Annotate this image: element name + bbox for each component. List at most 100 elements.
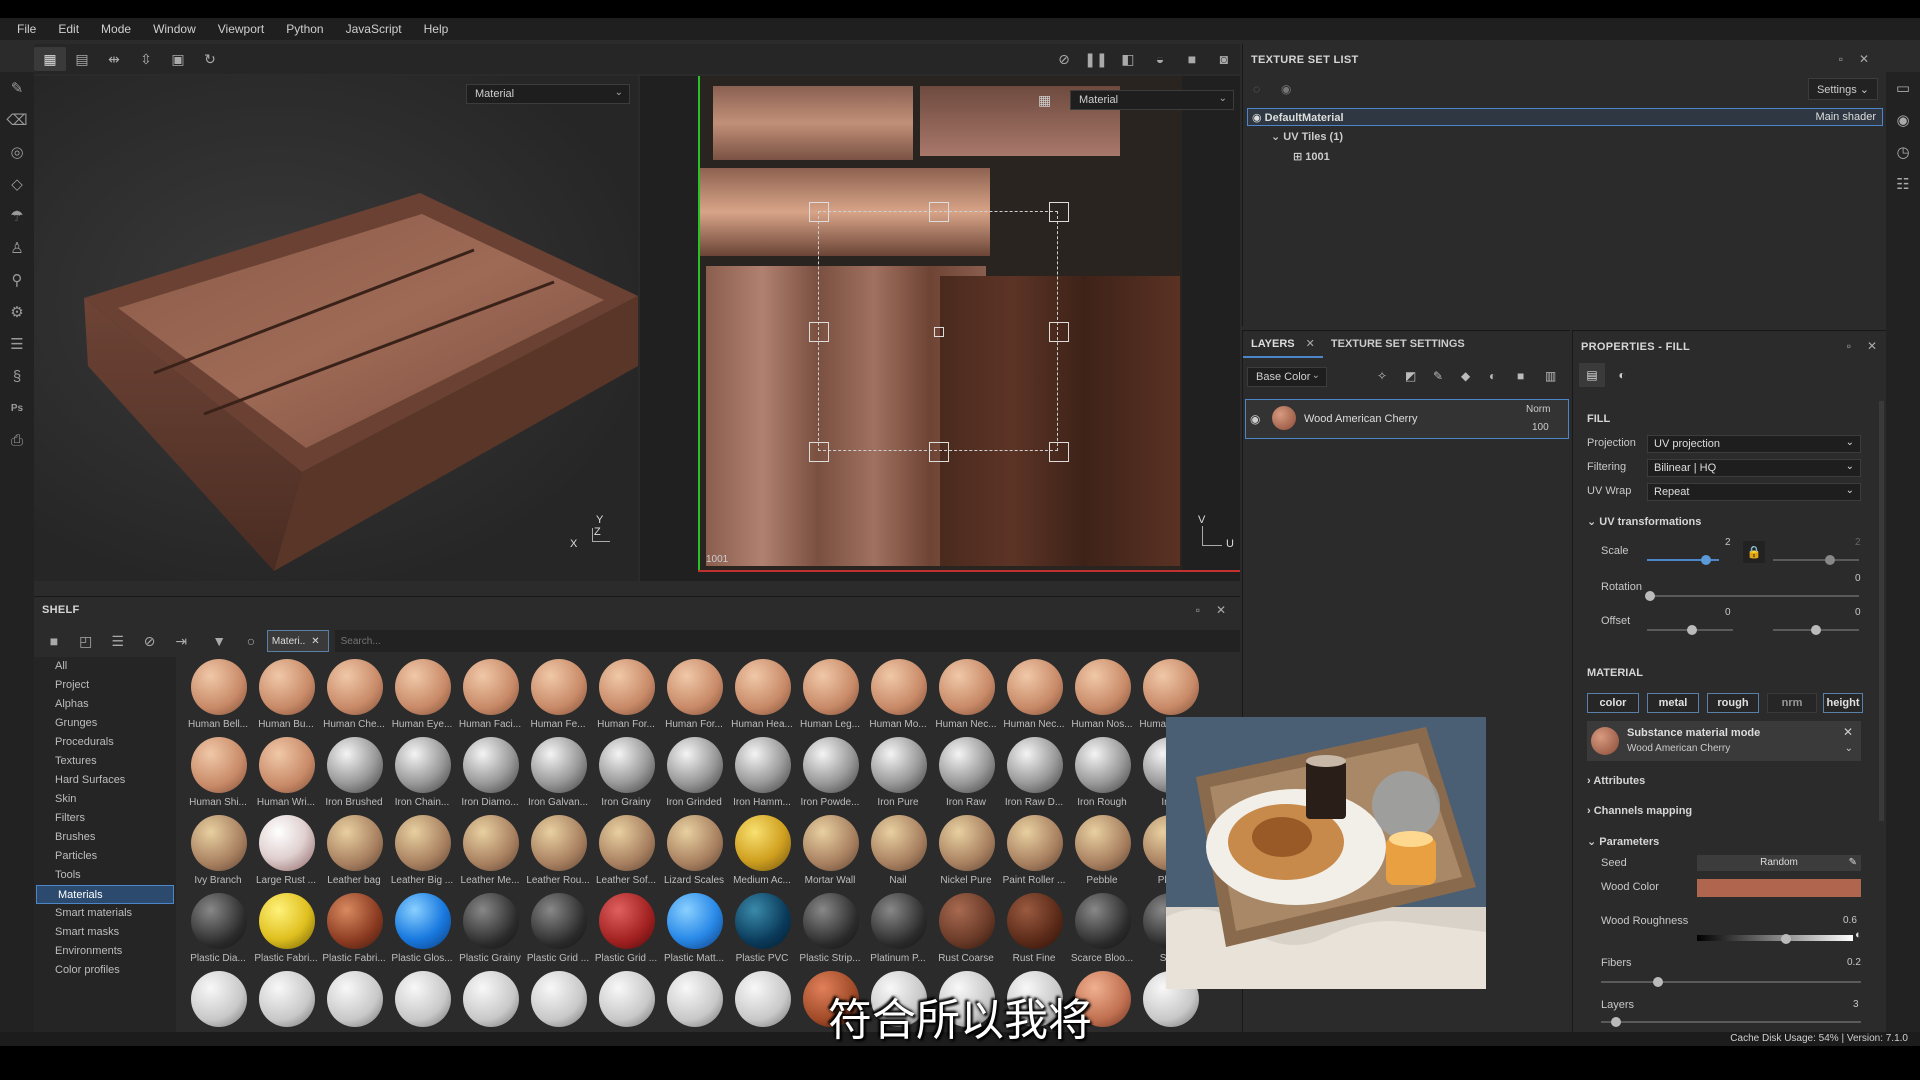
shelf-material-item[interactable]: Iron Raw: [932, 737, 1000, 815]
close-icon[interactable]: ✕: [1867, 339, 1877, 353]
texture-set-shader[interactable]: Main shader: [1815, 111, 1876, 123]
shelf-category-brushes[interactable]: Brushes: [34, 828, 176, 847]
fill-tab-icon[interactable]: ▤: [1579, 363, 1605, 387]
maximize-icon[interactable]: ▫: [1196, 603, 1200, 617]
layout-grid-icon[interactable]: ▦: [34, 47, 66, 71]
mask-icon[interactable]: ◩: [1405, 369, 1416, 383]
shelf-material-item[interactable]: Iron Pure: [864, 737, 932, 815]
shelf-category-hard-surfaces[interactable]: Hard Surfaces: [34, 771, 176, 790]
paint-brush-icon[interactable]: ✎: [0, 72, 34, 104]
shelf-material-item[interactable]: Human Nec...: [932, 659, 1000, 737]
shelf-material-item[interactable]: Iron Diamo...: [456, 737, 524, 815]
substance-material-name[interactable]: Wood American Cherry: [1627, 743, 1730, 754]
layer-opacity[interactable]: 100: [1532, 422, 1549, 433]
maximize-icon[interactable]: ▫: [1839, 52, 1843, 66]
props-scrollbar[interactable]: [1879, 401, 1884, 821]
gizmo-handle[interactable]: [1049, 202, 1069, 222]
picker-icon[interactable]: ⚲: [0, 264, 34, 296]
import-icon[interactable]: ⇥: [165, 629, 197, 653]
substance-icon[interactable]: §: [0, 360, 34, 392]
channel-dropdown[interactable]: Base Color ⌄: [1247, 367, 1327, 387]
smudge-icon[interactable]: ☂: [0, 200, 34, 232]
viewport-3d[interactable]: Material ⌄ Y Z X: [34, 76, 638, 581]
shelf-category-smart-masks[interactable]: Smart masks: [34, 923, 176, 942]
shelf-material-item[interactable]: Human Bu...: [252, 659, 320, 737]
shelf-material-item[interactable]: Iron Raw D...: [1000, 737, 1068, 815]
pause-icon[interactable]: ❚❚: [1080, 47, 1112, 71]
shelf-material-item[interactable]: Iron Hamm...: [728, 737, 796, 815]
maximize-icon[interactable]: ▫: [1847, 339, 1851, 353]
shelf-material-item[interactable]: Iron Galvan...: [524, 737, 592, 815]
menu-item-edit[interactable]: Edit: [58, 22, 79, 36]
gizmo-handle[interactable]: [929, 202, 949, 222]
uv-tile-row[interactable]: ⊞ 1001: [1293, 150, 1330, 163]
close-icon[interactable]: ✕: [1306, 338, 1315, 350]
shelf-material-item[interactable]: Human Faci...: [456, 659, 524, 737]
gizmo-handle[interactable]: [929, 442, 949, 462]
tsl-settings-button[interactable]: Settings ⌄: [1807, 78, 1878, 100]
layout-split-icon[interactable]: ▤: [66, 47, 98, 71]
shelf-category-procedurals[interactable]: Procedurals: [34, 733, 176, 752]
fill-layer-icon[interactable]: ◆: [1461, 369, 1470, 383]
substance-mode-box[interactable]: Substance material mode Wood American Ch…: [1587, 721, 1861, 761]
uvwrap-select[interactable]: Repeat ⌄: [1647, 483, 1861, 501]
edit-icon[interactable]: ✎: [1849, 855, 1857, 871]
gizmo-handle[interactable]: [809, 202, 829, 222]
texture-set-row[interactable]: ◉ DefaultMaterial Main shader: [1247, 108, 1883, 126]
frame-icon[interactable]: ▣: [162, 47, 194, 71]
environment-icon[interactable]: ◒: [1144, 47, 1176, 71]
shelf-search-input[interactable]: [334, 630, 1241, 652]
bake-icon[interactable]: ☰: [0, 328, 34, 360]
channel-chip-color[interactable]: color: [1587, 693, 1639, 713]
menu-item-file[interactable]: File: [17, 22, 36, 36]
shelf-category-project[interactable]: Project: [34, 676, 176, 695]
log-icon[interactable]: ☷: [1886, 168, 1920, 200]
shelf-material-item[interactable]: Human Leg...: [796, 659, 864, 737]
uv-tiles-row[interactable]: ⌄ UV Tiles (1): [1271, 130, 1343, 143]
shelf-material-item[interactable]: Scarce Bloo...: [1068, 893, 1136, 971]
tab-layers[interactable]: LAYERS ✕: [1243, 331, 1323, 358]
shelf-material-item[interactable]: Human Mo...: [864, 659, 932, 737]
chevron-down-icon[interactable]: ⌄: [1845, 743, 1853, 754]
refresh-icon[interactable]: ○: [235, 629, 267, 653]
viewport-2d[interactable]: 1001 ▦ Material ⌄ V U: [640, 76, 1240, 581]
hide-icon[interactable]: ⊘: [1048, 47, 1080, 71]
effect-icon[interactable]: ✧: [1377, 369, 1387, 383]
gizmo-handle[interactable]: [809, 442, 829, 462]
parameters-section[interactable]: ⌄ Parameters: [1587, 835, 1659, 848]
close-icon[interactable]: ✕: [1216, 603, 1226, 617]
filter-icon[interactable]: ▼: [203, 629, 235, 653]
shelf-material-item[interactable]: Iron Chain...: [388, 737, 456, 815]
filtering-select[interactable]: Bilinear | HQ ⌄: [1647, 459, 1861, 477]
history-icon[interactable]: ↻: [194, 47, 226, 71]
shelf-material-item[interactable]: Leather Rou...: [524, 815, 592, 893]
shelf-material-item[interactable]: Iron Brushed: [320, 737, 388, 815]
folder-icon[interactable]: ■: [38, 629, 70, 653]
paint-layer-icon[interactable]: ✎: [1433, 369, 1443, 383]
shelf-category-particles[interactable]: Particles: [34, 847, 176, 866]
shelf-category-tools[interactable]: Tools: [34, 866, 176, 885]
shelf-material-item[interactable]: Plastic Dia...: [184, 893, 252, 971]
shelf-material-item[interactable]: Leather Me...: [456, 815, 524, 893]
shelf-material-item[interactable]: Human Wri...: [252, 737, 320, 815]
visibility-off-icon[interactable]: ◌: [1253, 82, 1260, 96]
shelf-material-item[interactable]: Leather bag: [320, 815, 388, 893]
eye-icon[interactable]: ◉: [1250, 412, 1260, 426]
fibers-slider[interactable]: [1601, 981, 1861, 983]
symmetry-icon[interactable]: ⇳: [130, 47, 162, 71]
channel-chip-rough[interactable]: rough: [1707, 693, 1759, 713]
menu-item-mode[interactable]: Mode: [101, 22, 131, 36]
shelf-material-item[interactable]: Iron Powde...: [796, 737, 864, 815]
shelf-material-item[interactable]: Plastic Matt...: [660, 893, 728, 971]
shelf-category-grunges[interactable]: Grunges: [34, 714, 176, 733]
gizmo-handle[interactable]: [1049, 322, 1069, 342]
mirror-icon[interactable]: ⇹: [98, 47, 130, 71]
projection-icon[interactable]: ◎: [0, 136, 34, 168]
channel-chip-metal[interactable]: metal: [1647, 693, 1699, 713]
shelf-category-materials[interactable]: Materials: [36, 885, 174, 904]
shelf-material-item[interactable]: Nail: [864, 815, 932, 893]
shelf-material-item[interactable]: Large Rust ...: [252, 815, 320, 893]
scale-slider-2-knob[interactable]: [1825, 555, 1835, 565]
shelf-category-environments[interactable]: Environments: [34, 942, 176, 961]
shelf-material-item[interactable]: Iron Grainy: [592, 737, 660, 815]
